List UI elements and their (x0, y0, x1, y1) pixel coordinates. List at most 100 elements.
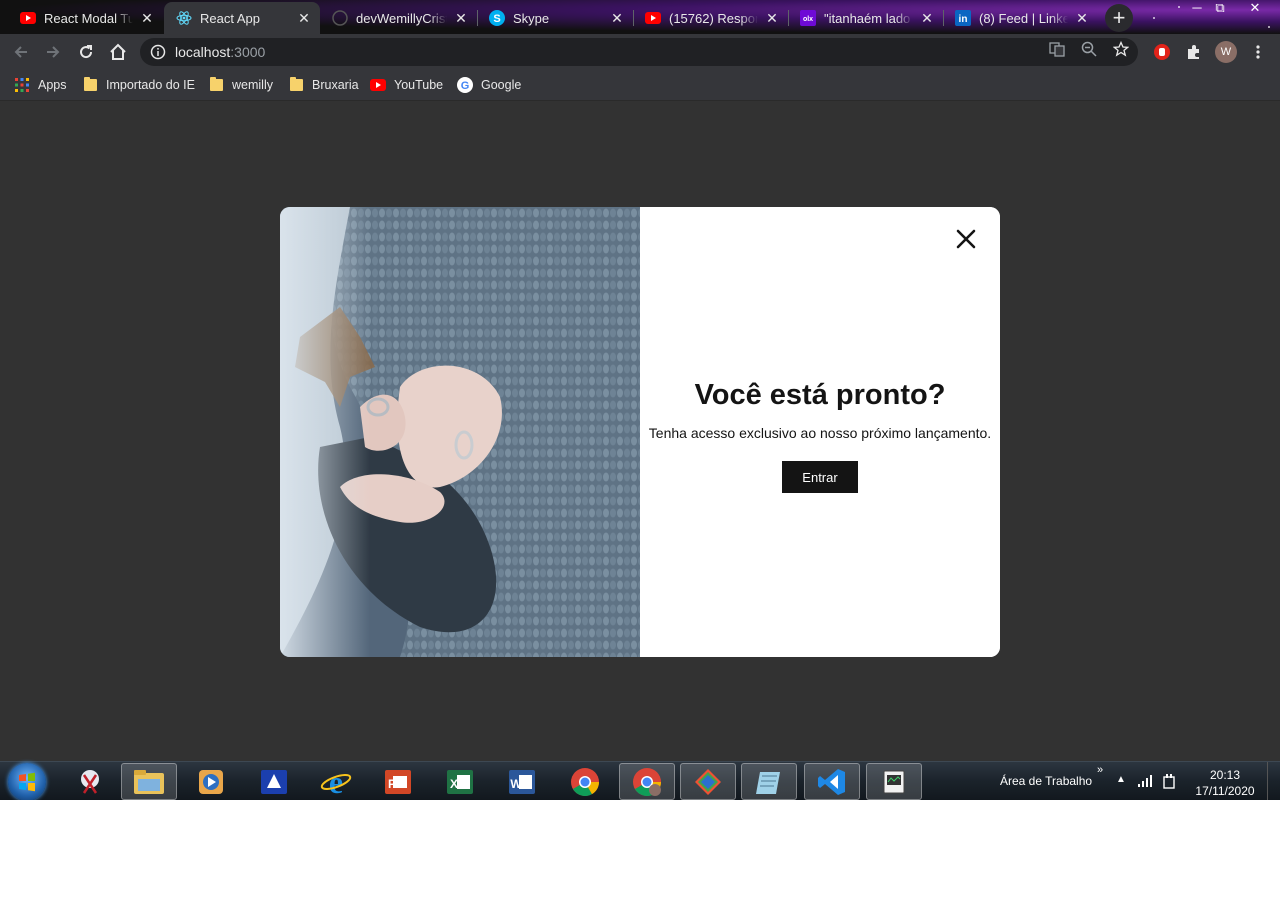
bookmark-label: Bruxaria (312, 78, 359, 92)
media-player-icon[interactable] (183, 763, 239, 800)
windows-logo-icon (19, 772, 35, 792)
profile-initial: W (1215, 41, 1237, 63)
vscode-icon[interactable] (804, 763, 860, 800)
youtube-icon (20, 10, 36, 26)
file-explorer-icon[interactable] (121, 763, 177, 800)
reload-icon (80, 45, 93, 59)
modal-dialog: Você está pronto? Tenha acesso exclusivo… (280, 207, 1000, 657)
tab-close-icon[interactable]: ✕ (609, 10, 625, 26)
svg-text:e: e (329, 767, 343, 797)
snipping-tool-icon[interactable] (62, 763, 118, 800)
info-icon[interactable] (150, 44, 166, 60)
page-viewport: Você está pronto? Tenha acesso exclusivo… (0, 101, 1280, 761)
tab-title: (15762) Responsi (669, 10, 758, 26)
network-signal-icon[interactable] (1138, 774, 1154, 793)
close-icon[interactable] (954, 227, 978, 251)
tab-title: Skype (513, 10, 550, 26)
svg-text:P: P (388, 777, 396, 791)
tab-title: "itanhaém lado d (824, 10, 913, 26)
clock-date: 17/11/2020 (1195, 784, 1255, 798)
chrome-profile-icon[interactable] (619, 763, 675, 800)
new-tab-button[interactable]: + (1105, 4, 1133, 32)
clock-time: 20:13 (1209, 768, 1241, 782)
google-icon: G (457, 77, 473, 93)
tab-close-icon[interactable]: ✕ (296, 10, 312, 26)
desktop-toolbar-label[interactable]: Área de Trabalho (1000, 774, 1092, 788)
folder-icon (288, 77, 304, 93)
tab-close-icon[interactable]: ✕ (139, 10, 155, 26)
adblock-extension-icon[interactable] (1148, 38, 1176, 66)
bookmark-google[interactable]: G Google (457, 75, 521, 95)
home-icon (110, 43, 126, 60)
bookmark-label: Apps (38, 78, 67, 92)
modal-description: Tenha acesso exclusivo ao nosso próximo … (648, 425, 992, 441)
svg-text:S: S (493, 13, 500, 25)
reload-button[interactable] (72, 38, 100, 66)
bookmark-importado-do-ie[interactable]: Importado do IE (82, 75, 195, 95)
chevron-double-right-icon[interactable]: » (1097, 764, 1103, 776)
browser-toolbar: localhost:3000 W (0, 34, 1280, 69)
home-button[interactable] (104, 38, 132, 66)
bookmark-label: Google (481, 78, 522, 92)
tab-title: React App (200, 10, 260, 26)
zoom-out-icon[interactable] (1080, 40, 1098, 58)
translate-icon[interactable] (1048, 40, 1066, 58)
system-monitor-icon[interactable] (866, 763, 922, 800)
bookmark-label: YouTube (394, 78, 444, 92)
tab-github[interactable]: devWemillyCristh ✕ (320, 2, 477, 34)
bookmark-apps[interactable]: Apps (14, 75, 67, 95)
hands-sweater-photo (280, 207, 640, 657)
bookmark-wemilly[interactable]: wemilly (208, 75, 273, 95)
tab-close-icon[interactable]: ✕ (1074, 10, 1090, 26)
forward-button[interactable] (39, 38, 67, 66)
arrow-right-icon (47, 46, 60, 58)
react-icon (176, 10, 192, 26)
tab-title: React Modal Tuto (44, 10, 133, 26)
enter-button[interactable]: Entrar (782, 461, 858, 493)
address-bar[interactable]: localhost:3000 (140, 38, 1138, 66)
word-icon[interactable]: W (494, 763, 550, 800)
tab-close-icon[interactable]: ✕ (453, 10, 469, 26)
bookmark-bruxaria[interactable]: Bruxaria (288, 75, 359, 95)
decor-star (1268, 26, 1270, 28)
extensions-puzzle-icon[interactable] (1180, 38, 1208, 66)
internet-explorer-icon[interactable]: e (308, 763, 364, 800)
tab-react-modal-tutorial[interactable]: React Modal Tuto ✕ (8, 2, 163, 34)
menu-kebab-icon[interactable] (1244, 38, 1272, 66)
tab-close-icon[interactable]: ✕ (764, 10, 780, 26)
tab-skype[interactable]: S Skype ✕ (477, 2, 633, 34)
bookmark-star-icon[interactable] (1112, 40, 1130, 58)
chrome-icon[interactable] (557, 763, 613, 800)
modal-title: Você está pronto? (694, 379, 946, 411)
restore-icon[interactable]: ⧉ (1205, 0, 1235, 18)
tab-react-app[interactable]: React App ✕ (164, 2, 320, 34)
window-close-icon[interactable]: ✕ (1240, 0, 1270, 18)
youtube-icon (645, 10, 661, 26)
tab-olx[interactable]: olx "itanhaém lado d ✕ (788, 2, 943, 34)
start-button[interactable] (8, 763, 46, 800)
tray-expand-icon[interactable]: ▲ (1116, 774, 1126, 785)
arrow-left-icon (14, 46, 27, 58)
tab-close-icon[interactable]: ✕ (919, 10, 935, 26)
linkedin-icon: in (955, 10, 971, 26)
powerpoint-icon[interactable]: P (370, 763, 426, 800)
bookmark-label: Importado do IE (106, 78, 195, 92)
svg-text:olx: olx (803, 16, 813, 23)
excel-icon[interactable]: X (432, 763, 488, 800)
modal-content-panel: Você está pronto? Tenha acesso exclusivo… (640, 207, 1000, 657)
back-button[interactable] (7, 38, 35, 66)
taskbar-clock[interactable]: 20:13 17/11/2020 (1190, 767, 1260, 799)
folder-icon (208, 77, 224, 93)
profile-avatar[interactable]: W (1212, 38, 1240, 66)
svg-text:X: X (450, 777, 458, 791)
archive-app-icon[interactable] (246, 763, 302, 800)
git-icon[interactable] (680, 763, 736, 800)
tab-youtube-responsive[interactable]: (15762) Responsi ✕ (633, 2, 788, 34)
power-plug-icon[interactable] (1162, 774, 1176, 795)
apps-grid-icon (14, 77, 30, 93)
bookmark-youtube[interactable]: YouTube (370, 75, 443, 95)
show-desktop-button[interactable] (1267, 762, 1280, 800)
tab-linkedin[interactable]: in (8) Feed | LinkedI ✕ (943, 2, 1098, 34)
decor-star (1153, 17, 1155, 19)
notes-app-icon[interactable] (741, 763, 797, 800)
